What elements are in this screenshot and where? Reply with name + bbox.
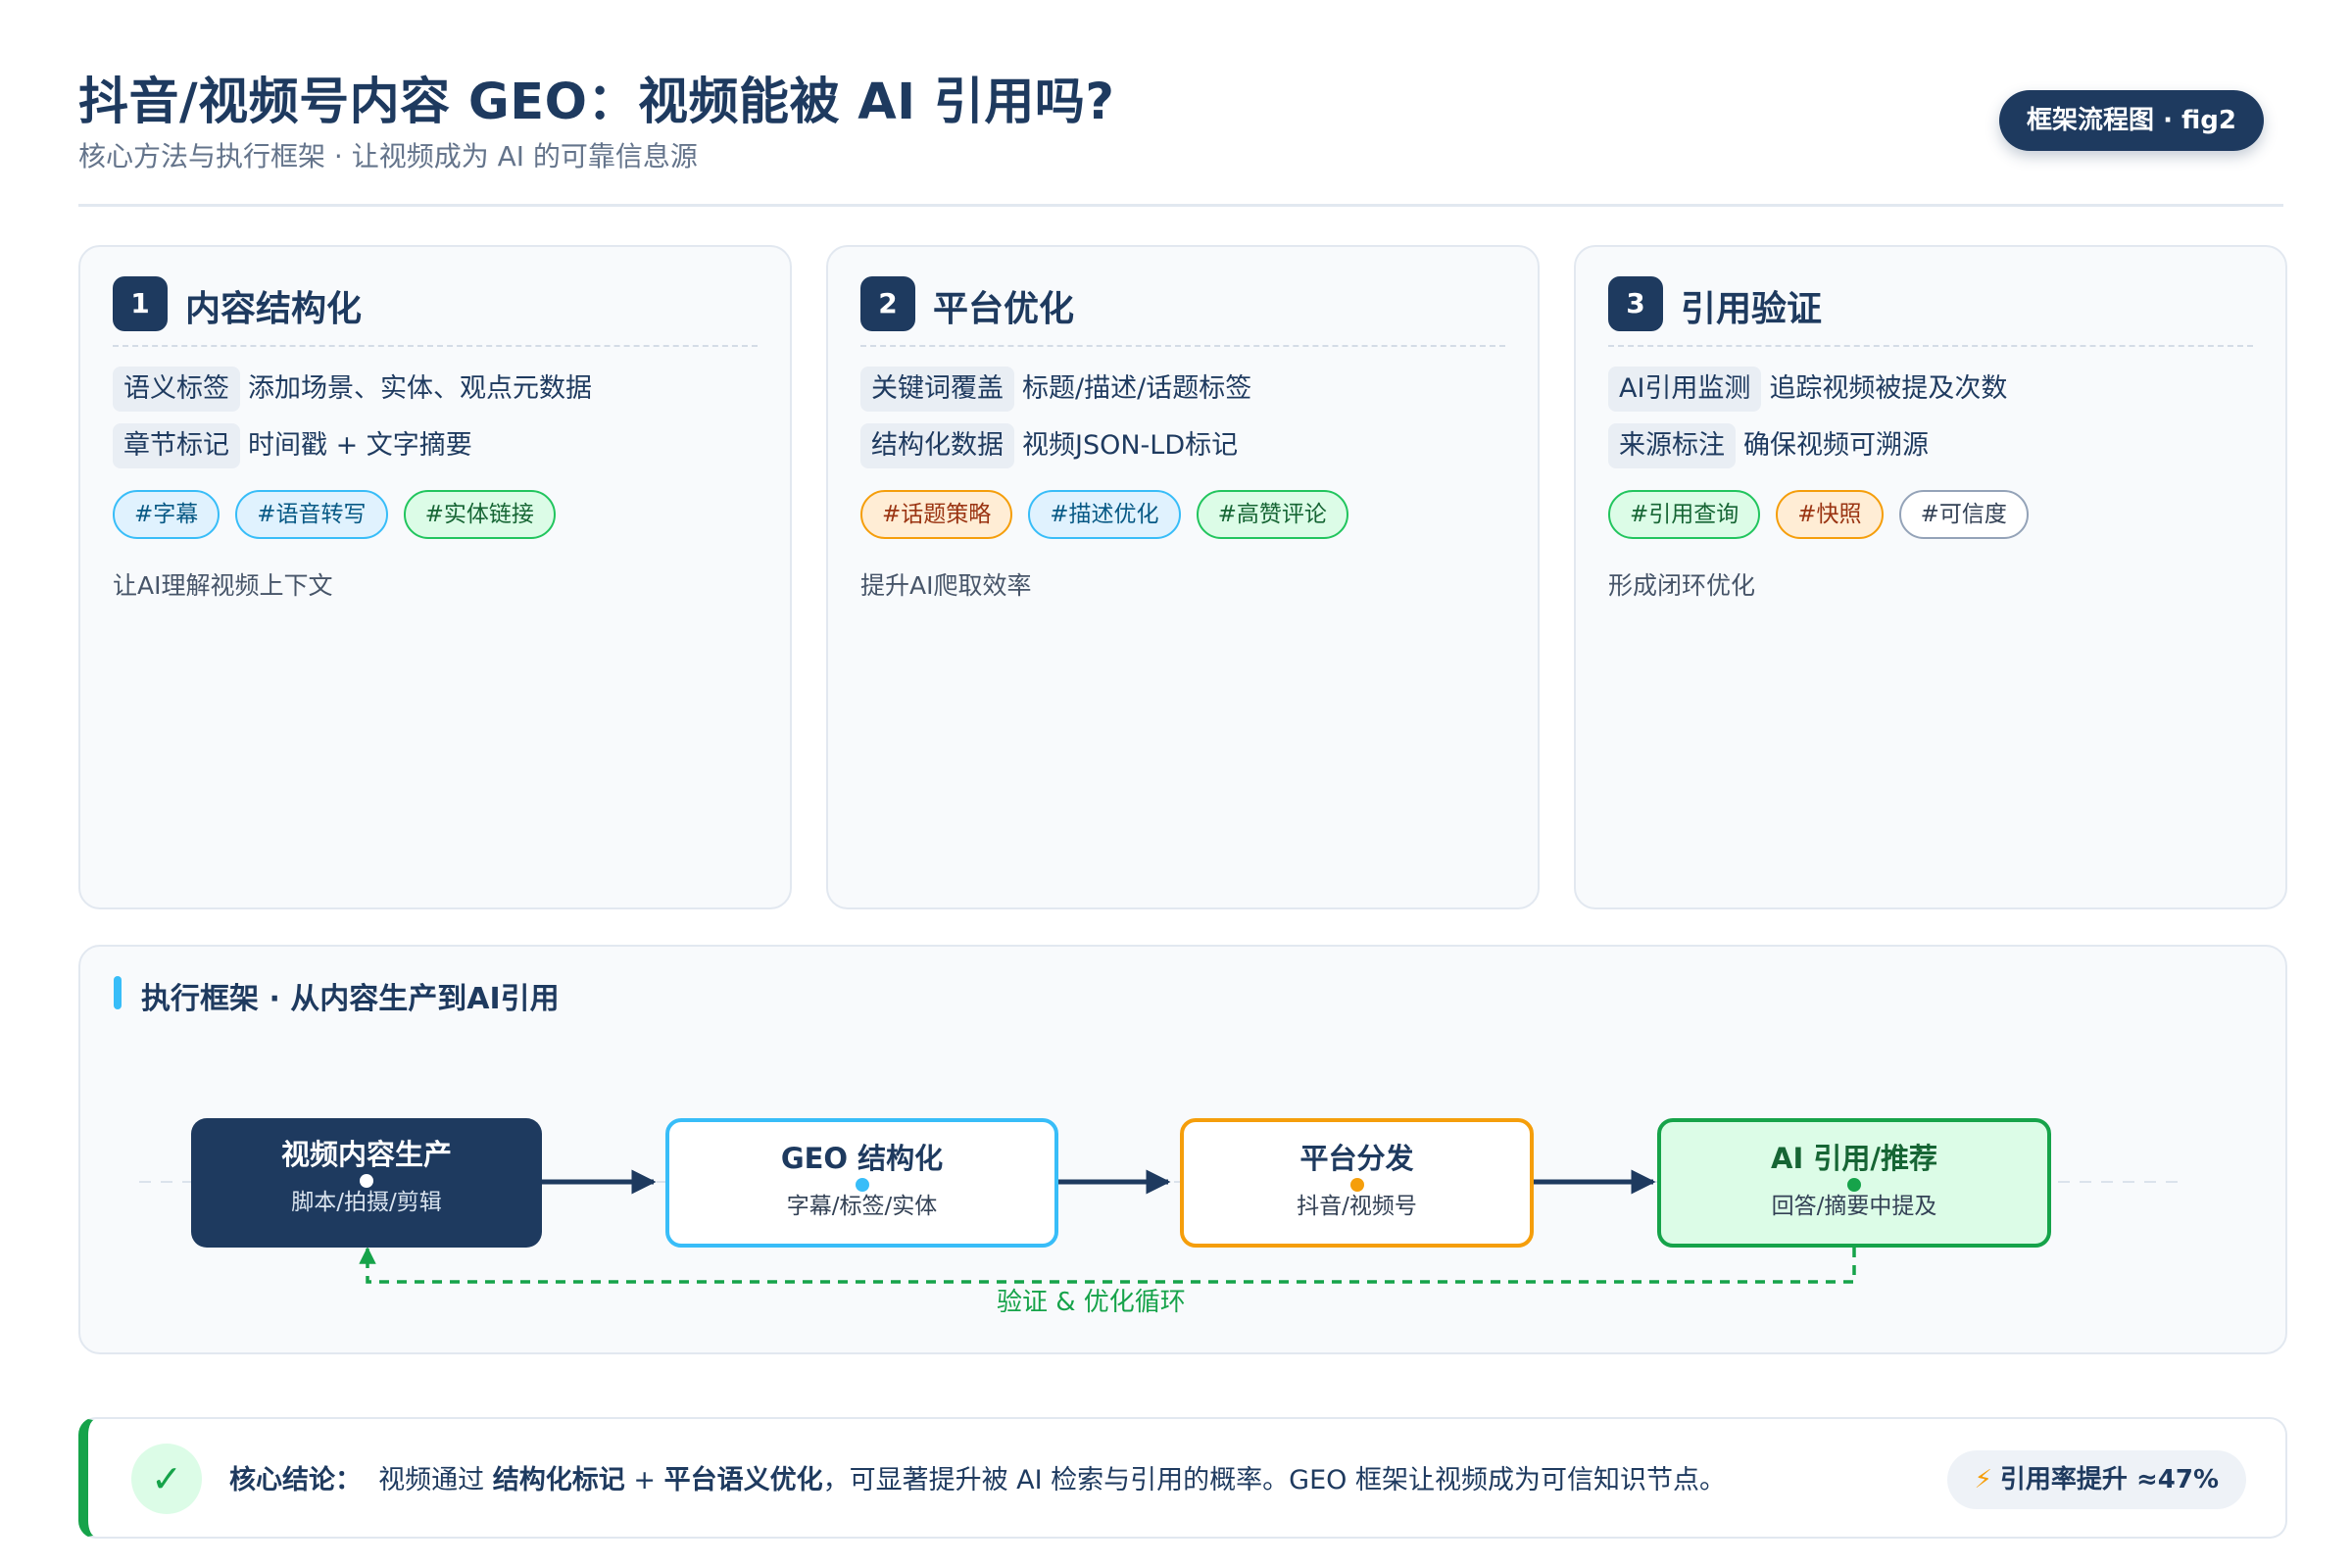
- node-subtitle: 字幕/标签/实体: [786, 1194, 938, 1219]
- card-divider: [1608, 345, 2253, 347]
- hashtag-chip[interactable]: #话题策略: [860, 490, 1013, 539]
- card-note: 提升AI爬取效率: [860, 571, 1032, 600]
- card-title: 内容结构化: [185, 289, 363, 329]
- card-row: 章节标记 时间戳 + 文字摘要: [113, 423, 472, 468]
- step-number-badge: 1: [113, 276, 168, 331]
- card-header: 1 内容结构化: [113, 276, 758, 331]
- conclusion-emphasis: 平台语义优化: [663, 1465, 823, 1495]
- conclusion-text-part: 视频通过: [378, 1465, 485, 1495]
- check-icon: ✓: [131, 1444, 202, 1514]
- flow-node-distribution[interactable]: 平台分发 抖音/视频号: [1180, 1118, 1534, 1248]
- page-title: 抖音/视频号内容 GEO：视频能被 AI 引用吗?: [78, 74, 1115, 131]
- row-text: 视频JSON-LD标记: [1022, 430, 1239, 461]
- row-text: 标题/描述/话题标签: [1022, 373, 1252, 404]
- step-number-badge: 3: [1608, 276, 1663, 331]
- card-title: 平台优化: [933, 289, 1075, 329]
- node-title: 视频内容生产: [280, 1138, 452, 1171]
- card-row: 来源标注 确保视频可溯源: [1608, 423, 1929, 468]
- card-title: 引用验证: [1681, 289, 1823, 329]
- flow-node-geo-structuring[interactable]: GEO 结构化 字幕/标签/实体: [665, 1118, 1058, 1248]
- card-row: 关键词覆盖 标题/描述/话题标签: [860, 367, 1251, 412]
- conclusion-plus: +: [633, 1465, 656, 1495]
- card-header: 3 引用验证: [1608, 276, 2253, 331]
- feedback-loop-arrow: [359, 1247, 1856, 1284]
- hashtag-chip[interactable]: #语音转写: [235, 490, 388, 539]
- lightning-icon: ⚡: [1974, 1465, 1992, 1494]
- metric-text: 引用率提升 ≈47%: [1999, 1465, 2219, 1494]
- node-title: GEO 结构化: [780, 1142, 944, 1175]
- conclusion-text: 核心结论： 视频通过 结构化标记 + 平台语义优化，可显著提升被 AI 检索与引…: [229, 1458, 1726, 1496]
- conclusion-banner: ✓ 核心结论： 视频通过 结构化标记 + 平台语义优化，可显著提升被 AI 检索…: [78, 1417, 2287, 1539]
- header-divider: [78, 204, 2283, 207]
- card-row: 语义标签 添加场景、实体、观点元数据: [113, 367, 592, 412]
- row-text: 追踪视频被提及次数: [1769, 373, 2008, 404]
- card-note: 形成闭环优化: [1608, 571, 1756, 600]
- feedback-loop-label: 验证 & 优化循环: [997, 1288, 1186, 1317]
- row-tag: 关键词覆盖: [860, 367, 1014, 412]
- card-divider: [113, 345, 758, 347]
- conclusion-label: 核心结论：: [229, 1465, 362, 1495]
- node-subtitle: 脚本/拍摄/剪辑: [291, 1190, 442, 1215]
- node-title: AI 引用/推荐: [1771, 1142, 1937, 1175]
- card-divider: [860, 345, 1505, 347]
- flow-node-ai-citation[interactable]: AI 引用/推荐 回答/摘要中提及: [1657, 1118, 2051, 1248]
- row-tag: 结构化数据: [860, 423, 1014, 468]
- node-subtitle: 回答/摘要中提及: [1771, 1194, 1937, 1219]
- conclusion-emphasis: 结构化标记: [492, 1465, 625, 1495]
- card-header: 2 平台优化: [860, 276, 1505, 331]
- metric-pill: ⚡ 引用率提升 ≈47%: [1946, 1450, 2246, 1509]
- card-platform-optimization: 2 平台优化 关键词覆盖 标题/描述/话题标签 结构化数据 视频JSON-LD标记 …: [826, 245, 1540, 909]
- hashtag-chips: #字幕 #语音转写 #实体链接: [113, 490, 571, 539]
- step-number-badge: 2: [860, 276, 915, 331]
- node-title: 平台分发: [1299, 1142, 1414, 1175]
- node-subtitle: 抖音/视频号: [1297, 1194, 1417, 1219]
- hashtag-chip[interactable]: #实体链接: [403, 490, 556, 539]
- row-tag: AI引用监测: [1608, 367, 1762, 412]
- hashtag-chip[interactable]: #可信度: [1898, 490, 2029, 539]
- hashtag-chips: #引用查询 #快照 #可信度: [1608, 490, 2044, 539]
- card-content-structuring: 1 内容结构化 语义标签 添加场景、实体、观点元数据 章节标记 时间戳 + 文字摘要…: [78, 245, 792, 909]
- hashtag-chips: #话题策略 #描述优化 #高赞评论: [860, 490, 1364, 539]
- card-row: AI引用监测 追踪视频被提及次数: [1608, 367, 2007, 412]
- row-tag: 章节标记: [113, 423, 240, 468]
- row-text: 确保视频可溯源: [1743, 430, 1929, 461]
- card-note: 让AI理解视频上下文: [113, 571, 333, 600]
- hashtag-chip[interactable]: #快照: [1776, 490, 1884, 539]
- flow-node-production[interactable]: 视频内容生产 脚本/拍摄/剪辑: [191, 1118, 542, 1248]
- card-citation-verification: 3 引用验证 AI引用监测 追踪视频被提及次数 来源标注 确保视频可溯源 #引用查询…: [1574, 245, 2287, 909]
- hashtag-chip[interactable]: #高赞评论: [1196, 490, 1348, 539]
- hashtag-chip[interactable]: #描述优化: [1028, 490, 1181, 539]
- conclusion-text-part: ，可显著提升被 AI 检索与引用的概率。GEO 框架让视频成为可信知识节点。: [822, 1465, 1726, 1495]
- row-tag: 语义标签: [113, 367, 240, 412]
- hashtag-chip[interactable]: #字幕: [113, 490, 220, 539]
- execution-flow-panel: 执行框架 · 从内容生产到AI引用 视频内容生产 脚本/拍摄/剪辑 GEO 结构…: [78, 945, 2287, 1354]
- row-text: 添加场景、实体、观点元数据: [248, 373, 592, 404]
- hashtag-chip[interactable]: #引用查询: [1608, 490, 1761, 539]
- row-text: 时间戳 + 文字摘要: [248, 430, 472, 461]
- figure-badge: 框架流程图 · fig2: [1999, 90, 2264, 151]
- row-tag: 来源标注: [1608, 423, 1736, 468]
- page-subtitle: 核心方法与执行框架 · 让视频成为 AI 的可靠信息源: [78, 140, 698, 172]
- card-row: 结构化数据 视频JSON-LD标记: [860, 423, 1238, 468]
